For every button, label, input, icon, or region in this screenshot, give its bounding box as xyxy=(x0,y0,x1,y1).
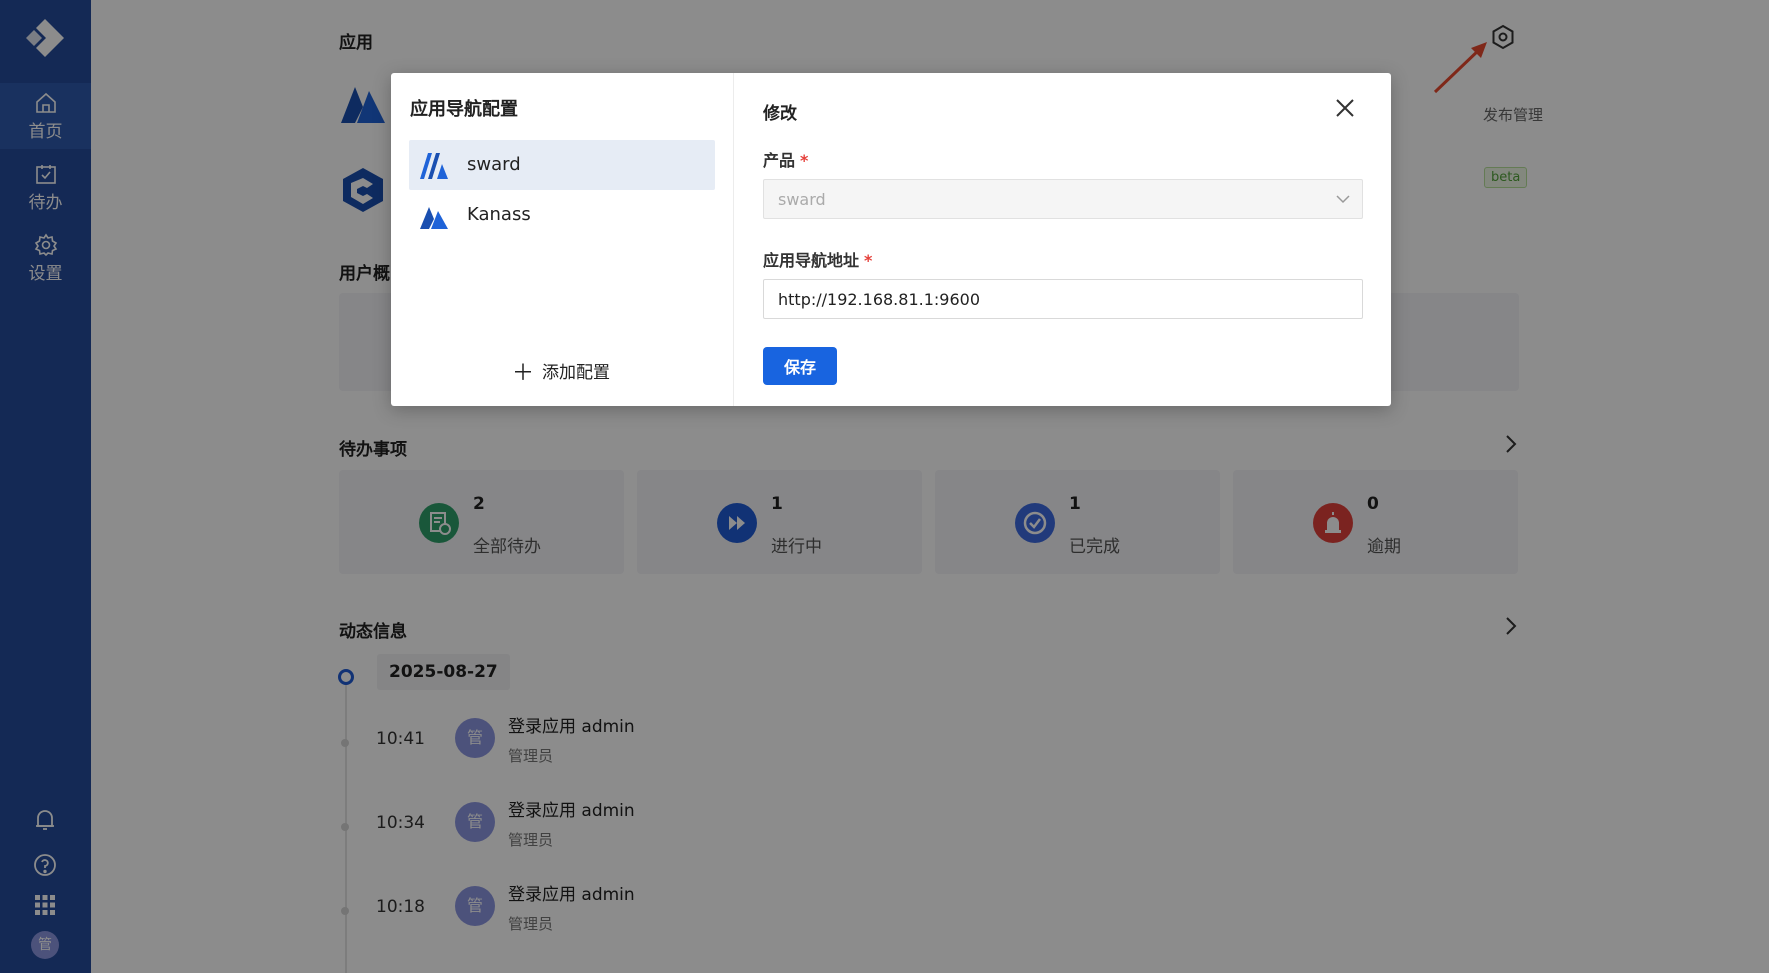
modal-title: 应用导航配置 xyxy=(410,99,518,120)
product-field-label: 产品 * xyxy=(763,147,808,171)
url-label-text: 应用导航地址 xyxy=(763,251,860,270)
edit-title: 修改 xyxy=(763,104,797,124)
kanass-logo-icon xyxy=(420,207,448,229)
required-mark: * xyxy=(800,151,809,170)
chevron-down-icon xyxy=(1336,195,1350,204)
sward-logo-icon xyxy=(420,153,448,179)
save-button[interactable]: 保存 xyxy=(763,347,837,385)
config-item-label: sward xyxy=(467,154,521,175)
required-mark: * xyxy=(864,251,873,270)
add-config-label: 添加配置 xyxy=(542,363,611,383)
nav-url-input[interactable] xyxy=(763,279,1363,319)
add-config-button[interactable]: ＋ 添加配置 xyxy=(512,355,610,387)
config-edit-panel: 修改 产品* sward 应用导航地址* 保存 xyxy=(734,73,1391,406)
product-select[interactable]: sward xyxy=(763,179,1363,219)
close-icon[interactable] xyxy=(1334,97,1356,119)
url-field-label: 应用导航地址 * xyxy=(763,247,872,271)
plus-icon: ＋ xyxy=(512,361,535,386)
config-item-sward[interactable]: sward xyxy=(409,140,715,190)
product-select-value: sward xyxy=(778,190,826,209)
config-item-kanass[interactable]: Kanass xyxy=(409,190,715,240)
config-list-panel: 应用导航配置 sward Kanass ＋ 添加配置 xyxy=(391,73,734,406)
app-nav-config-modal: 应用导航配置 sward Kanass ＋添加配置 修改 产品 * sward … xyxy=(391,73,1391,406)
config-item-label: Kanass xyxy=(467,204,531,225)
product-label-text: 产品 xyxy=(763,151,796,170)
